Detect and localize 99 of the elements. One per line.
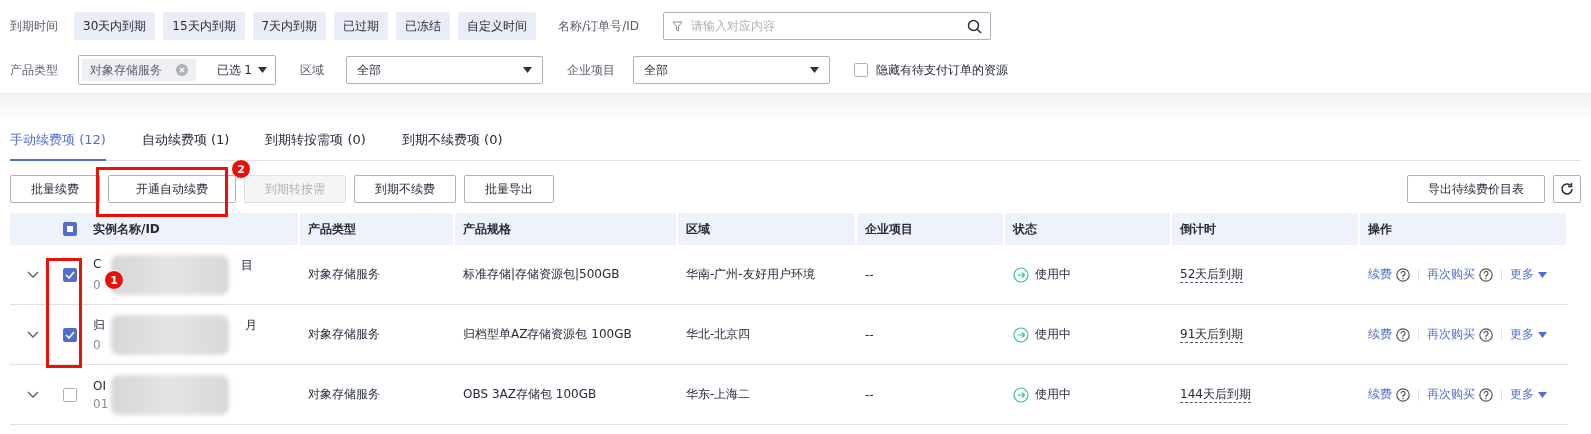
caret-icon	[1538, 271, 1547, 278]
selected-count: 已选 1	[216, 61, 272, 79]
filter-label: 名称/订单号/ID	[558, 17, 640, 35]
column-header: 产品规格	[455, 213, 678, 245]
toolbar-button[interactable]: 批量续费	[10, 175, 100, 203]
checkbox-label: 隐藏有待支付订单的资源	[876, 61, 1008, 79]
caret-icon	[523, 67, 532, 73]
status-text: 使用中	[1035, 326, 1071, 343]
filter-label: 企业项目	[567, 61, 615, 79]
filter-chip[interactable]: 已冻结	[396, 12, 451, 40]
instance-name: 目	[241, 257, 254, 274]
column-header: 操作	[1360, 213, 1568, 245]
help-icon[interactable]	[1479, 327, 1493, 342]
table-cell: 归档型单AZ存储资源包 100GB	[463, 326, 632, 343]
help-icon[interactable]	[1479, 267, 1493, 282]
column-header: 产品类型	[300, 213, 455, 245]
instance-name: 月	[245, 317, 257, 334]
instance-id: 01	[93, 396, 109, 411]
instance-name: OI	[93, 378, 106, 393]
refresh-button[interactable]	[1553, 175, 1581, 203]
status-text: 使用中	[1035, 266, 1071, 283]
search-box[interactable]: 请输入对应内容	[663, 12, 992, 40]
running-icon	[1013, 326, 1029, 343]
countdown-text: 144天后到期	[1180, 386, 1251, 403]
table-cell: --	[865, 267, 874, 282]
expand-icon[interactable]	[26, 390, 39, 399]
checkbox[interactable]	[63, 267, 77, 282]
help-icon[interactable]	[1396, 267, 1410, 282]
status-text: 使用中	[1035, 386, 1071, 403]
table-cell: --	[865, 387, 874, 402]
checkbox[interactable]	[63, 327, 77, 342]
filter-chip[interactable]: 15天内到期	[163, 12, 245, 40]
renew-link[interactable]: 续费	[1368, 266, 1392, 283]
expand-icon[interactable]	[26, 330, 39, 339]
caret-icon	[1538, 391, 1547, 398]
more-link[interactable]: 更多	[1510, 386, 1547, 403]
caret-icon	[258, 67, 267, 73]
help-icon[interactable]	[1396, 387, 1410, 402]
table-cell: 对象存储服务	[308, 266, 380, 283]
table-cell: OBS 3AZ存储包 100GB	[463, 386, 597, 403]
checkbox[interactable]	[854, 63, 868, 77]
region-select[interactable]: 全部	[346, 56, 543, 84]
instance-id: 0	[93, 338, 101, 352]
buy-again-link[interactable]: 再次购买	[1427, 386, 1475, 403]
running-icon	[1013, 266, 1029, 283]
tab[interactable]: 到期转按需项 (0)	[265, 125, 366, 161]
help-icon[interactable]	[1396, 327, 1410, 342]
renew-link[interactable]: 续费	[1368, 386, 1392, 403]
column-header: 实例名称/ID	[85, 213, 300, 245]
column-header: 区域	[678, 213, 857, 245]
buy-again-link[interactable]: 再次购买	[1427, 326, 1475, 343]
filter-chip[interactable]: 30天内到期	[74, 12, 156, 40]
table-cell: 华南-广州-友好用户环境	[686, 266, 815, 283]
filter-label: 到期时间	[10, 17, 58, 35]
filter-label: 区域	[300, 61, 324, 79]
instance-name: C	[93, 257, 102, 273]
caret-icon	[1538, 331, 1547, 338]
table-cell: 对象存储服务	[308, 326, 380, 343]
running-icon	[1013, 386, 1029, 403]
export-button[interactable]: 导出待续费价目表	[1407, 175, 1545, 203]
help-icon[interactable]	[1479, 387, 1493, 402]
renew-link[interactable]: 续费	[1368, 326, 1392, 343]
filter-chip[interactable]: 7天内到期	[252, 12, 327, 40]
tab[interactable]: 手动续费项 (12)	[10, 125, 106, 161]
tab[interactable]: 自动续费项 (1)	[141, 125, 230, 161]
selected-tag: 对象存储服务	[82, 59, 196, 81]
table-cell: 华北-北京四	[686, 326, 751, 343]
countdown-text: 91天后到期	[1180, 326, 1244, 343]
table-cell: 对象存储服务	[308, 386, 380, 403]
more-link[interactable]: 更多	[1510, 326, 1547, 343]
project-select[interactable]: 全部	[633, 56, 830, 84]
toolbar-button[interactable]: 开通自动续费	[108, 175, 236, 203]
table-cell: 华东-上海二	[686, 386, 751, 403]
expand-icon[interactable]	[26, 270, 39, 279]
more-link[interactable]: 更多	[1510, 266, 1547, 283]
refresh-icon	[1560, 182, 1574, 196]
checkbox[interactable]	[63, 387, 77, 402]
select-all-checkbox[interactable]	[63, 222, 77, 236]
column-header: 倒计时	[1172, 213, 1360, 245]
product-type-select[interactable]: 对象存储服务 已选 1	[78, 55, 276, 85]
caret-icon	[810, 67, 819, 73]
toolbar-button[interactable]: 批量导出	[464, 175, 554, 203]
tab[interactable]: 到期不续费项 (0)	[401, 125, 503, 161]
search-icon[interactable]	[967, 18, 983, 34]
instance-name: 归	[93, 317, 105, 334]
filter-chip[interactable]: 已过期	[334, 12, 389, 40]
buy-again-link[interactable]: 再次购买	[1427, 266, 1475, 283]
countdown-text: 52天后到期	[1180, 266, 1244, 283]
step-number: 1	[104, 270, 124, 290]
column-header: 状态	[1005, 213, 1172, 245]
toolbar-button[interactable]: 到期不续费	[354, 175, 456, 203]
instance-id: 0	[93, 278, 101, 292]
filter-icon	[672, 20, 684, 32]
table-cell: --	[865, 327, 874, 342]
step-number: 2	[231, 159, 251, 179]
filter-chip[interactable]: 自定义时间	[458, 12, 537, 40]
filter-label: 产品类型	[10, 61, 58, 79]
column-header: 企业项目	[857, 213, 1005, 245]
table-cell: 标准存储|存储资源包|500GB	[463, 266, 620, 283]
